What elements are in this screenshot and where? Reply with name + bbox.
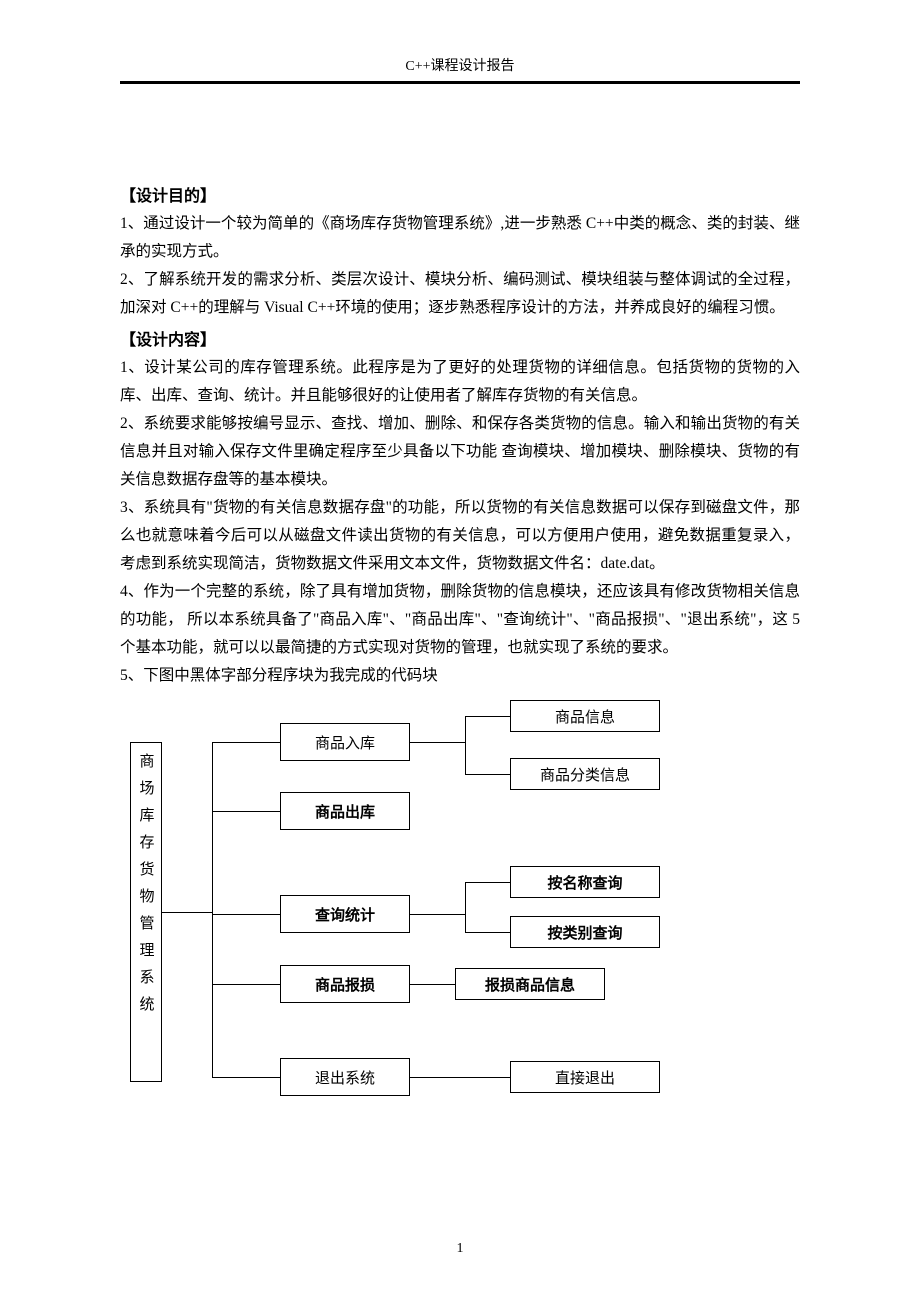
paragraph: 3、系统具有"货物的有关信息数据存盘"的功能，所以货物的有关信息数据可以保存到磁… xyxy=(120,494,800,578)
diagram-node-query: 查询统计 xyxy=(280,895,410,933)
system-diagram: 商场库存货物管理系统 商品入库 商品出库 查询统计 商品报损 退出系统 商品信息… xyxy=(130,700,810,1120)
paragraph: 2、了解系统开发的需求分析、类层次设计、模块分析、编码测试、模块组装与整体调试的… xyxy=(120,266,800,322)
paragraph: 1、通过设计一个较为简单的《商场库存货物管理系统》,进一步熟悉 C++中类的概念… xyxy=(120,210,800,266)
diagram-leaf-damage-info: 报损商品信息 xyxy=(455,968,605,1000)
diagram-node-damage: 商品报损 xyxy=(280,965,410,1003)
diagram-leaf-query-name: 按名称查询 xyxy=(510,866,660,898)
paragraph: 4、作为一个完整的系统，除了具有增加货物，删除货物的信息模块，还应该具有修改货物… xyxy=(120,578,800,662)
page-header: C++课程设计报告 xyxy=(120,55,800,82)
diagram-root: 商场库存货物管理系统 xyxy=(130,742,162,1082)
paragraph: 2、系统要求能够按编号显示、查找、增加、删除、和保存各类货物的信息。输入和输出货… xyxy=(120,410,800,494)
section-title-purpose: 【设计目的】 xyxy=(120,182,800,206)
paragraph: 1、设计某公司的库存管理系统。此程序是为了更好的处理货物的详细信息。包括货物的货… xyxy=(120,354,800,410)
diagram-leaf-product-info: 商品信息 xyxy=(510,700,660,732)
diagram-node-exit: 退出系统 xyxy=(280,1058,410,1096)
page-number: 1 xyxy=(0,1241,920,1257)
diagram-leaf-query-category: 按类别查询 xyxy=(510,916,660,948)
diagram-leaf-exit-direct: 直接退出 xyxy=(510,1061,660,1093)
diagram-node-inbound: 商品入库 xyxy=(280,723,410,761)
paragraph: 5、下图中黑体字部分程序块为我完成的代码块 xyxy=(120,662,800,690)
diagram-leaf-category-info: 商品分类信息 xyxy=(510,758,660,790)
diagram-node-outbound: 商品出库 xyxy=(280,792,410,830)
section-title-content: 【设计内容】 xyxy=(120,326,800,350)
